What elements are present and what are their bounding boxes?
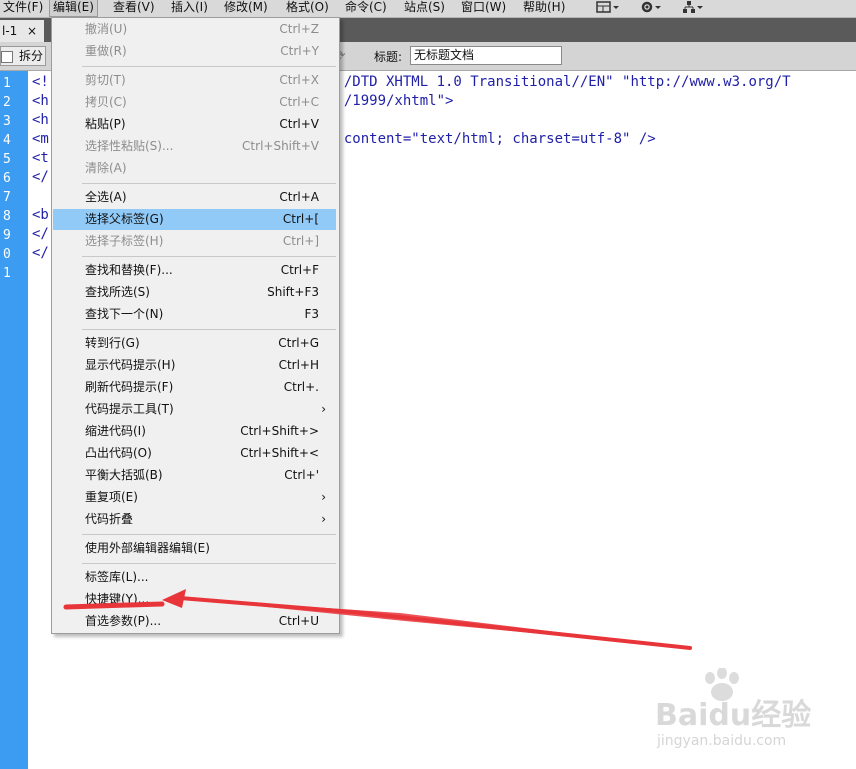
watermark-logo: Baidu经验 <box>655 698 812 733</box>
annotation-arrow <box>63 589 692 650</box>
watermark-url: jingyan.baidu.com <box>657 733 787 749</box>
